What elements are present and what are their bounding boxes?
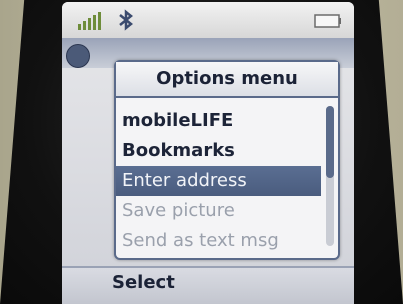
menu-scrollbar[interactable]	[326, 106, 334, 246]
status-bar	[62, 2, 354, 38]
options-menu-dialog: Options menu mobileLIFE Bookmarks Enter …	[114, 60, 340, 260]
menu-item-send-as-text-msg[interactable]: Send as text msg	[116, 226, 321, 256]
globe-icon	[66, 44, 90, 68]
bluetooth-icon	[119, 9, 133, 31]
left-softkey-select[interactable]: Select	[112, 272, 175, 293]
options-menu-title: Options menu	[116, 62, 338, 98]
menu-item-enter-address[interactable]: Enter address	[116, 166, 321, 196]
menu-item-mobilelife[interactable]: mobileLIFE	[116, 106, 321, 136]
phone-screen: Options menu mobileLIFE Bookmarks Enter …	[62, 2, 354, 304]
softkey-bar: Select	[62, 266, 354, 304]
signal-strength-icon	[78, 12, 101, 30]
menu-item-bookmarks[interactable]: Bookmarks	[116, 136, 321, 166]
battery-icon	[314, 14, 341, 28]
options-menu-list: mobileLIFE Bookmarks Enter address Save …	[116, 106, 321, 256]
menu-scroll-thumb[interactable]	[326, 106, 334, 178]
menu-item-save-picture[interactable]: Save picture	[116, 196, 321, 226]
